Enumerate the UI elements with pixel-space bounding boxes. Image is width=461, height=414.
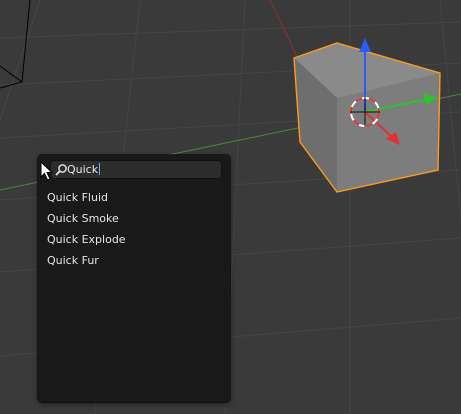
result-quick-fluid[interactable]: Quick Fluid — [38, 187, 230, 208]
mouse-pointer-icon — [40, 161, 53, 181]
result-quick-smoke[interactable]: Quick Smoke — [38, 208, 230, 229]
result-quick-explode[interactable]: Quick Explode — [38, 229, 230, 250]
search-input[interactable]: Quick — [50, 160, 222, 179]
search-results-list: Quick Fluid Quick Smoke Quick Explode Qu… — [38, 187, 230, 271]
magnifier-icon — [55, 164, 67, 176]
search-query-text: Quick — [67, 162, 101, 177]
result-quick-fur[interactable]: Quick Fur — [38, 250, 230, 271]
text-cursor — [99, 163, 101, 175]
operator-search-menu: Quick Quick Fluid Quick Smoke Quick Expl… — [38, 155, 230, 402]
search-query-value: Quick — [67, 163, 99, 176]
